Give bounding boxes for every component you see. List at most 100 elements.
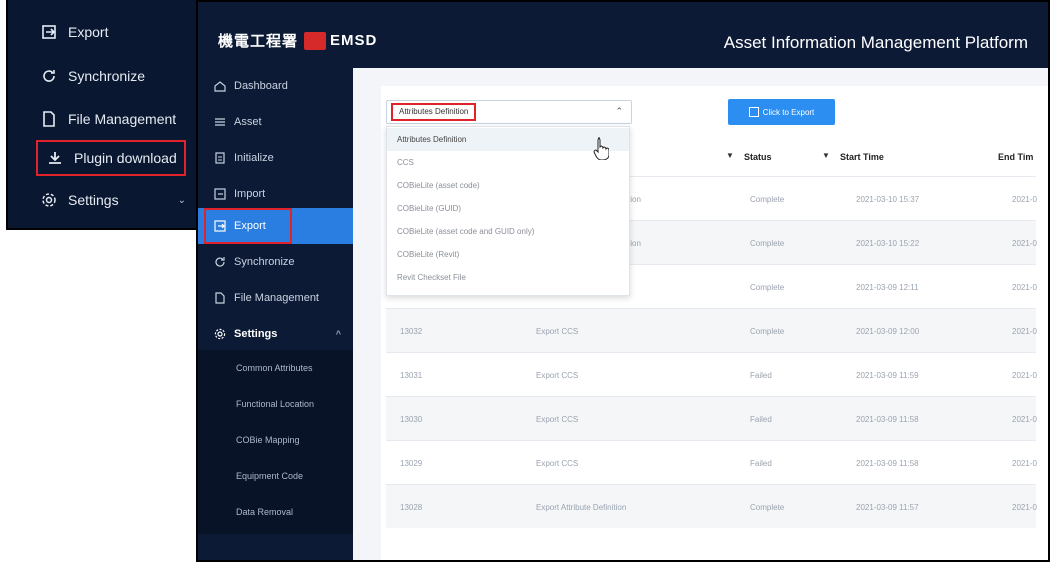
subnav-cobie-mapping[interactable]: COBie Mapping bbox=[236, 422, 300, 458]
cell-type: Export CCS bbox=[536, 415, 579, 424]
sidebar-item-label: Settings bbox=[234, 328, 278, 340]
inset-sidebar-crop: Export Synchronize File Management Plugi… bbox=[6, 0, 208, 230]
doc-icon bbox=[212, 152, 228, 164]
inset-item-label: Export bbox=[68, 24, 109, 40]
option-cobielite-revit[interactable]: COBieLite (Revit) bbox=[387, 243, 629, 266]
download-icon bbox=[44, 150, 66, 166]
sync-icon bbox=[38, 68, 60, 84]
cell-id: 13032 bbox=[400, 327, 423, 336]
cell-end: 2021-0 bbox=[1012, 415, 1037, 424]
option-cobielite-asset-code-guid-only[interactable]: COBieLite (asset code and GUID only) bbox=[387, 220, 629, 243]
option-cobielite-guid[interactable]: COBieLite (GUID) bbox=[387, 197, 629, 220]
filter-icon[interactable]: ▼ bbox=[822, 151, 830, 160]
sidebar-item-synchronize[interactable]: Synchronize bbox=[198, 244, 353, 280]
sidebar-item-settings[interactable]: Settings ^ bbox=[198, 316, 353, 352]
cell-status: Complete bbox=[750, 195, 785, 204]
export-icon bbox=[748, 107, 759, 117]
sidebar-item-export[interactable]: Export bbox=[198, 208, 353, 244]
cell-id: 13028 bbox=[400, 503, 423, 512]
filter-icon[interactable]: ▼ bbox=[726, 151, 734, 160]
sidebar-item-label: Import bbox=[234, 188, 266, 200]
table-row[interactable]: 13028 Export Attribute Definition Comple… bbox=[386, 484, 1037, 528]
table-row[interactable]: 13029 Export CCS Failed 2021-03-09 11:58… bbox=[386, 440, 1037, 484]
chevron-up-icon: ⌃ bbox=[615, 106, 623, 116]
cell-end: 2021-0 bbox=[1012, 283, 1037, 292]
subnav-functional-location[interactable]: Functional Location bbox=[236, 386, 314, 422]
cell-start: 2021-03-09 11:57 bbox=[856, 503, 919, 512]
inset-item-export[interactable]: Export bbox=[8, 14, 206, 50]
sidebar-item-asset[interactable]: Asset bbox=[198, 104, 353, 140]
main-content: Attributes Definition ⌃ Click to Export … bbox=[353, 68, 1048, 560]
click-to-export-button[interactable]: Click to Export bbox=[728, 99, 835, 125]
chevron-down-icon: ⌄ bbox=[177, 194, 186, 206]
column-status: Status bbox=[744, 152, 772, 162]
logo-mark-icon bbox=[304, 31, 327, 50]
cell-type: Export CCS bbox=[536, 371, 579, 380]
cell-type: Export CCS bbox=[536, 459, 579, 468]
gear-icon bbox=[212, 328, 228, 340]
inset-item-label: Settings bbox=[68, 192, 119, 208]
cell-end: 2021-0 bbox=[1012, 459, 1037, 468]
cell-id: 13030 bbox=[400, 415, 423, 424]
cell-status: Complete bbox=[750, 503, 785, 512]
export-button-label: Click to Export bbox=[762, 107, 815, 117]
sidebar-item-import[interactable]: Import bbox=[198, 176, 353, 212]
sidebar-item-file-management[interactable]: File Management bbox=[198, 280, 353, 316]
subnav-data-removal[interactable]: Data Removal bbox=[236, 494, 293, 530]
cell-end: 2021-0 bbox=[1012, 503, 1037, 512]
cell-end: 2021-0 bbox=[1012, 327, 1037, 336]
logo-abbr: EMSD bbox=[330, 32, 378, 49]
sidebar-item-dashboard[interactable]: Dashboard bbox=[198, 68, 353, 104]
inset-item-label: Plugin download bbox=[74, 150, 177, 166]
app-title: Asset Information Management Platform bbox=[723, 33, 1028, 52]
logo-chinese: 機電工程署 bbox=[218, 33, 299, 50]
cell-start: 2021-03-09 11:58 bbox=[856, 415, 919, 424]
emsd-logo: 機電工程署 EMSD bbox=[218, 30, 377, 51]
select-value: Attributes Definition bbox=[391, 103, 477, 121]
option-cobielite-asset-code[interactable]: COBieLite (asset code) bbox=[387, 174, 629, 197]
home-icon bbox=[212, 80, 228, 92]
cell-id: 13031 bbox=[400, 371, 423, 380]
app-window: 機電工程署 EMSD Asset Information Management … bbox=[196, 0, 1050, 562]
column-end-time: End Tim bbox=[998, 152, 1034, 162]
import-icon bbox=[212, 188, 228, 200]
subnav-common-attributes[interactable]: Common Attributes bbox=[236, 350, 313, 386]
inset-item-synchronize[interactable]: Synchronize bbox=[8, 58, 206, 94]
file-icon bbox=[38, 111, 60, 127]
export-type-select[interactable]: Attributes Definition ⌃ bbox=[386, 100, 632, 124]
inset-item-file-management[interactable]: File Management bbox=[8, 101, 206, 137]
settings-submenu: Common Attributes Functional Location CO… bbox=[198, 350, 353, 534]
inset-item-label: Synchronize bbox=[68, 68, 146, 84]
cell-status: Complete bbox=[750, 327, 785, 336]
inset-item-plugin-download[interactable]: Plugin download bbox=[36, 140, 186, 176]
cell-start: 2021-03-10 15:22 bbox=[856, 239, 920, 248]
inset-item-label: File Management bbox=[68, 111, 177, 127]
sidebar-item-initialize[interactable]: Initialize bbox=[198, 140, 353, 176]
cell-end: 2021-0 bbox=[1012, 239, 1037, 248]
cell-end: 2021-0 bbox=[1012, 195, 1037, 204]
top-bar: 機電工程署 EMSD Asset Information Management … bbox=[198, 2, 1048, 68]
gear-icon bbox=[38, 192, 60, 208]
list-icon bbox=[212, 116, 228, 128]
option-revit-checkset-file[interactable]: Revit Checkset File bbox=[387, 266, 629, 289]
table-row[interactable]: 13032 Export CCS Complete 2021-03-09 12:… bbox=[386, 308, 1037, 352]
sidebar: Dashboard Asset Initialize Import Export bbox=[198, 68, 353, 560]
sidebar-item-label: File Management bbox=[234, 292, 319, 304]
sidebar-item-label: Synchronize bbox=[234, 256, 295, 268]
inset-item-settings[interactable]: Settings ⌄ bbox=[8, 182, 206, 218]
column-start-time: Start Time bbox=[840, 152, 884, 162]
hand-cursor-icon bbox=[593, 137, 609, 160]
cell-start: 2021-03-09 12:11 bbox=[856, 283, 919, 292]
cell-type: Export CCS bbox=[536, 327, 579, 336]
file-icon bbox=[212, 292, 228, 304]
table-row[interactable]: 13030 Export CCS Failed 2021-03-09 11:58… bbox=[386, 396, 1037, 440]
screenshot-stage: Export Synchronize File Management Plugi… bbox=[0, 0, 1050, 562]
sync-icon bbox=[212, 256, 228, 268]
subnav-equipment-code[interactable]: Equipment Code bbox=[236, 458, 303, 494]
cell-start: 2021-03-10 15:37 bbox=[856, 195, 920, 204]
chevron-up-icon: ^ bbox=[335, 329, 341, 339]
table-row[interactable]: 13031 Export CCS Failed 2021-03-09 11:59… bbox=[386, 352, 1037, 396]
cell-status: Complete bbox=[750, 283, 785, 292]
cell-id: 13029 bbox=[400, 459, 423, 468]
cell-end: 2021-0 bbox=[1012, 371, 1037, 380]
